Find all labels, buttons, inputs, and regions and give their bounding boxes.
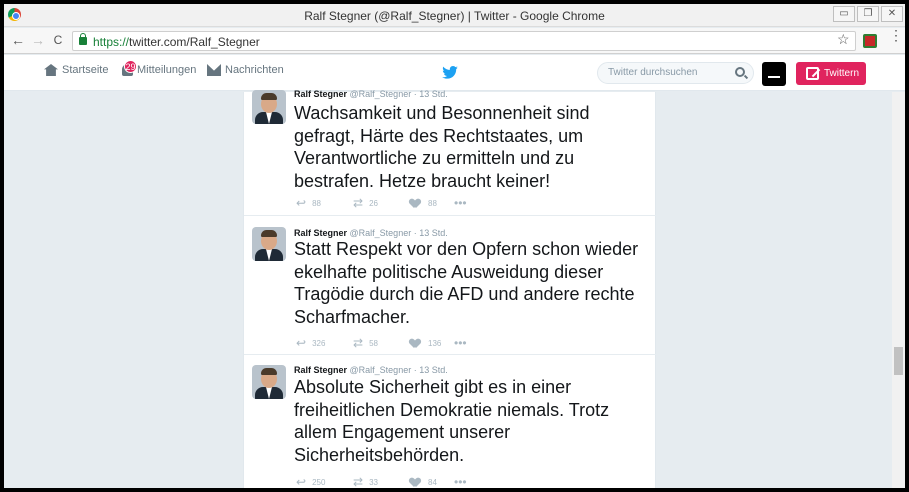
more-button[interactable]: ••• [454, 475, 473, 488]
reply-count: 326 [312, 338, 326, 348]
url-text: https://twitter.com/Ralf_Stegner [93, 35, 260, 49]
tweet-text: Absolute Sicherheit gibt es in einer fre… [294, 377, 610, 465]
reply-button[interactable]: ↩ 326 [296, 336, 353, 350]
extension-icon[interactable] [863, 34, 877, 48]
tweet-author-handle[interactable]: @Ralf_Stegner [350, 89, 412, 99]
url-input[interactable]: https://twitter.com/Ralf_Stegner [72, 31, 856, 51]
tweet-item[interactable]: Ralf Stegner @Ralf_Stegner · 13 Std. Sta… [244, 218, 657, 355]
nav-home[interactable]: Startseite [44, 64, 108, 76]
home-icon [44, 64, 58, 76]
heart-icon [410, 199, 420, 208]
window-title: Ralf Stegner (@Ralf_Stegner) | Twitter -… [304, 9, 605, 23]
like-button[interactable]: 136 [410, 339, 454, 348]
tweet-actions: ↩ 88 ⇄ 26 88 ••• [296, 196, 473, 210]
back-button[interactable]: ← [10, 32, 26, 48]
retweet-icon: ⇄ [353, 475, 364, 488]
timeline: Ralf Stegner @Ralf_Stegner · 13 Std. Wac… [243, 89, 657, 488]
more-button[interactable]: ••• [454, 196, 473, 210]
retweet-count: 33 [369, 477, 378, 487]
tweet-text: Wachsamkeit und Besonnenheit sind gefrag… [294, 103, 590, 191]
tweet-time[interactable]: 13 Std. [419, 89, 448, 99]
tweet-author-handle[interactable]: @Ralf_Stegner [350, 365, 412, 375]
like-button[interactable]: 84 [410, 478, 454, 487]
reply-icon: ↩ [296, 475, 307, 488]
tweet-author-name[interactable]: Ralf Stegner [294, 89, 347, 99]
tweet-actions: ↩ 326 ⇄ 58 136 ••• [296, 336, 473, 350]
heart-icon [410, 339, 420, 348]
address-bar: ← → C https://twitter.com/Ralf_Stegner ☆… [4, 28, 905, 54]
nav-notifications-label: Mitteilungen [137, 64, 197, 76]
tweet-header: Ralf Stegner @Ralf_Stegner · 13 Std. [294, 228, 448, 238]
notifications-badge: 29 [124, 60, 137, 73]
reply-icon: ↩ [296, 336, 307, 350]
close-button[interactable]: ✕ [881, 6, 903, 22]
retweet-button[interactable]: ⇄ 33 [353, 475, 410, 488]
minimize-button[interactable]: ▭ [833, 6, 855, 22]
more-icon: ••• [454, 475, 467, 488]
bookmark-star-icon[interactable]: ☆ [837, 31, 850, 48]
tweet-time[interactable]: 13 Std. [419, 228, 448, 238]
reply-button[interactable]: ↩ 250 [296, 475, 353, 488]
tweet-header: Ralf Stegner @Ralf_Stegner · 13 Std. [294, 365, 448, 375]
retweet-icon: ⇄ [353, 196, 364, 210]
reply-count: 250 [312, 477, 326, 487]
tweet-avatar[interactable] [252, 365, 286, 399]
scrollbar-thumb[interactable] [894, 347, 903, 375]
retweet-button[interactable]: ⇄ 26 [353, 196, 410, 210]
retweet-icon: ⇄ [353, 336, 364, 350]
lock-icon [79, 33, 87, 45]
tweet-actions: ↩ 250 ⇄ 33 84 ••• [296, 475, 473, 488]
like-button[interactable]: 88 [410, 199, 454, 208]
restore-button[interactable]: ❐ [857, 6, 879, 22]
nav-messages-label: Nachrichten [225, 64, 284, 76]
search-placeholder: Twitter durchsuchen [608, 67, 698, 78]
tweet-item[interactable]: Ralf Stegner @Ralf_Stegner · 13 Std. Wac… [244, 82, 657, 216]
reply-icon: ↩ [296, 196, 307, 210]
tweet-avatar[interactable] [252, 90, 286, 124]
twitter-bird-icon[interactable] [442, 66, 458, 79]
more-icon: ••• [454, 336, 467, 350]
url-scheme: https:// [93, 35, 130, 49]
nav-messages[interactable]: Nachrichten [207, 64, 284, 76]
tweet-author-name[interactable]: Ralf Stegner [294, 365, 347, 375]
like-count: 84 [428, 477, 437, 487]
search-icon[interactable] [735, 67, 745, 77]
more-button[interactable]: ••• [454, 336, 473, 350]
tweet-button-label: Twittern [824, 68, 860, 79]
browser-menu-button[interactable]: ⋮ [889, 28, 903, 42]
mail-icon [207, 64, 221, 76]
tweet-item[interactable]: Ralf Stegner @Ralf_Stegner · 13 Std. Abs… [244, 355, 657, 488]
tweet-time[interactable]: 13 Std. [419, 365, 448, 375]
reload-button[interactable]: C [50, 32, 66, 48]
tweet-author-name[interactable]: Ralf Stegner [294, 228, 347, 238]
reply-button[interactable]: ↩ 88 [296, 196, 353, 210]
retweet-count: 26 [369, 198, 378, 208]
like-count: 88 [428, 198, 437, 208]
retweet-count: 58 [369, 338, 378, 348]
tweet-avatar[interactable] [252, 227, 286, 261]
reply-count: 88 [312, 198, 321, 208]
forward-button[interactable]: → [30, 32, 46, 48]
nav-home-label: Startseite [62, 64, 109, 76]
search-input[interactable]: Twitter durchsuchen [597, 62, 754, 84]
title-bar: Ralf Stegner (@Ralf_Stegner) | Twitter -… [4, 4, 905, 27]
tweet-text: Statt Respekt vor den Opfern schon wiede… [294, 239, 639, 327]
url-path: twitter.com/Ralf_Stegner [129, 35, 260, 49]
heart-icon [410, 478, 420, 487]
tweet-button[interactable]: Twittern [796, 62, 866, 85]
more-icon: ••• [454, 196, 467, 210]
browser-window: Ralf Stegner (@Ralf_Stegner) | Twitter -… [4, 4, 905, 488]
like-count: 136 [428, 338, 442, 348]
page-scrollbar[interactable] [892, 92, 905, 488]
tweet-author-handle[interactable]: @Ralf_Stegner [350, 228, 412, 238]
window-controls: ▭ ❐ ✕ [833, 6, 903, 22]
profile-avatar[interactable] [762, 62, 786, 86]
compose-icon [806, 67, 819, 80]
retweet-button[interactable]: ⇄ 58 [353, 336, 410, 350]
tweet-header: Ralf Stegner @Ralf_Stegner · 13 Std. [294, 89, 448, 99]
